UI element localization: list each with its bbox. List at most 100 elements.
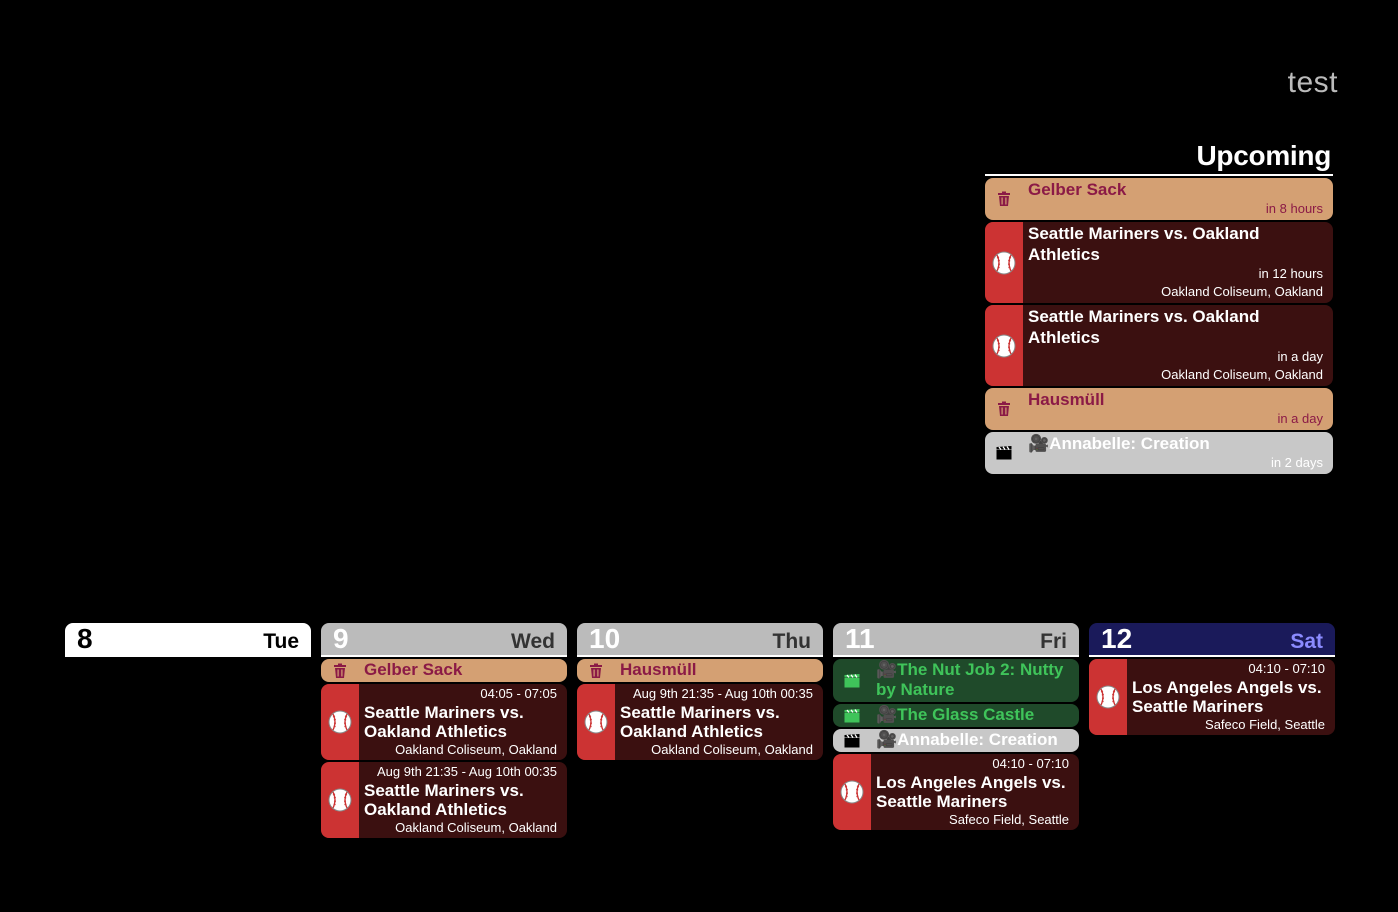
- event-title: Seattle Mariners vs. Oakland Athletics: [1028, 224, 1260, 264]
- event-relative-time: in 12 hours: [1258, 266, 1323, 281]
- event-icon-cell: [985, 222, 1023, 303]
- upcoming-event[interactable]: 🎥Annabelle: Creation in 2 days: [985, 432, 1333, 474]
- event-icon-cell: [985, 305, 1023, 386]
- page-title: test: [1287, 66, 1338, 99]
- upcoming-list: Gelber Sack in 8 hours Seattle Mariners vs…: [985, 178, 1333, 474]
- event-title: Seattle Mariners vs. Oakland Athletics: [364, 781, 524, 819]
- upcoming-event[interactable]: Seattle Mariners vs. Oakland Athletics in…: [985, 222, 1333, 303]
- event-title: Seattle Mariners vs. Oakland Athletics: [364, 703, 524, 741]
- upcoming-event[interactable]: Hausmüll in a day: [985, 388, 1333, 430]
- event-icon-cell: [577, 659, 615, 682]
- baseball-icon: [328, 710, 352, 734]
- trash-icon: [998, 191, 1010, 206]
- event-body: 04:05 - 07:05 Seattle Mariners vs. Oaklan…: [359, 684, 567, 760]
- day-number: 11: [845, 623, 875, 654]
- calendar-event[interactable]: 🎥Annabelle: Creation: [833, 729, 1079, 752]
- event-body: Gelber Sack in 8 hours: [1023, 178, 1333, 220]
- calendar-event[interactable]: Gelber Sack: [321, 659, 567, 682]
- event-title: Hausmüll: [620, 660, 697, 679]
- event-body: Hausmüll: [615, 659, 823, 682]
- calendar-event[interactable]: 🎥The Glass Castle: [833, 704, 1079, 727]
- trash-icon: [590, 663, 602, 678]
- event-body: Aug 9th 21:35 - Aug 10th 00:35 Seattle Ma…: [359, 762, 567, 838]
- event-body: 04:10 - 07:10 Los Angeles Angels vs. Seat…: [871, 754, 1079, 830]
- day-number: 10: [589, 623, 621, 654]
- event-body: 🎥Annabelle: Creation: [871, 729, 1079, 752]
- day-weekday: Fri: [1040, 629, 1067, 653]
- event-location: Oakland Coliseum, Oakland: [395, 820, 557, 835]
- event-relative-time: in 2 days: [1270, 455, 1323, 470]
- day-column: 8 Tue: [65, 623, 311, 838]
- event-icon-cell: [321, 659, 359, 682]
- upcoming-event[interactable]: Gelber Sack in 8 hours: [985, 178, 1333, 220]
- day-header: 12 Sat: [1089, 623, 1335, 657]
- event-body: 04:10 - 07:10 Los Angeles Angels vs. Seat…: [1127, 659, 1335, 735]
- event-body: Seattle Mariners vs. Oakland Athletics in…: [1023, 305, 1333, 386]
- event-icon-cell: [985, 432, 1023, 474]
- clapperboard-icon: [844, 708, 860, 722]
- event-relative-time: in a day: [1277, 411, 1323, 426]
- event-time: 04:10 - 07:10: [1248, 661, 1325, 676]
- day-weekday: Sat: [1290, 629, 1323, 653]
- event-icon-cell: [833, 659, 871, 702]
- event-title: 🎥Annabelle: Creation: [876, 730, 1058, 749]
- event-title: Gelber Sack: [1028, 180, 1127, 199]
- day-weekday: Thu: [772, 629, 811, 653]
- day-header: 8 Tue: [65, 623, 311, 657]
- day-column: 11 Fri 🎥The Nut Job 2: Nutty by Nature 🎥The…: [833, 623, 1079, 838]
- event-title: Los Angeles Angels vs. Seattle Mariners: [876, 773, 1066, 811]
- baseball-icon: [328, 788, 352, 812]
- event-icon-cell: [985, 388, 1023, 430]
- upcoming-title: Upcoming: [985, 140, 1333, 176]
- trash-icon: [334, 663, 346, 678]
- week-calendar: 8 Tue 9 Wed Gelber Sack 04:05 - 07:05 Seattle …: [65, 623, 1335, 838]
- event-body: Seattle Mariners vs. Oakland Athletics in…: [1023, 222, 1333, 303]
- event-title: 🎥Annabelle: Creation: [1028, 434, 1210, 453]
- event-time: Aug 9th 21:35 - Aug 10th 00:35: [633, 686, 813, 701]
- event-title: Gelber Sack: [364, 660, 463, 679]
- event-icon-cell: [321, 684, 359, 760]
- event-icon-cell: [833, 754, 871, 830]
- event-icon-cell: [985, 178, 1023, 220]
- event-title: Hausmüll: [1028, 390, 1105, 409]
- event-title: 🎥The Nut Job 2: Nutty by Nature: [876, 660, 1064, 699]
- event-location: Oakland Coliseum, Oakland: [1161, 367, 1323, 382]
- calendar-event[interactable]: 04:10 - 07:10 Los Angeles Angels vs. Seat…: [833, 754, 1079, 830]
- upcoming-event[interactable]: Seattle Mariners vs. Oakland Athletics in…: [985, 305, 1333, 386]
- day-column: 12 Sat 04:10 - 07:10 Los Angeles Angels vs.…: [1089, 623, 1335, 838]
- baseball-icon: [992, 251, 1016, 274]
- baseball-icon: [584, 710, 608, 734]
- event-relative-time: in 8 hours: [1265, 201, 1323, 216]
- day-weekday: Wed: [511, 629, 555, 653]
- event-location: Safeco Field, Seattle: [1205, 717, 1325, 732]
- calendar-event[interactable]: 04:05 - 07:05 Seattle Mariners vs. Oaklan…: [321, 684, 567, 760]
- event-icon-cell: [321, 762, 359, 838]
- event-icon-cell: [833, 704, 871, 727]
- clapperboard-icon: [844, 673, 860, 687]
- day-number: 12: [1101, 623, 1133, 654]
- event-title: Seattle Mariners vs. Oakland Athletics: [1028, 307, 1260, 347]
- day-header: 9 Wed: [321, 623, 567, 657]
- calendar-event[interactable]: Aug 9th 21:35 - Aug 10th 00:35 Seattle Ma…: [577, 684, 823, 760]
- baseball-icon: [992, 334, 1016, 357]
- event-body: 🎥The Glass Castle: [871, 704, 1079, 727]
- calendar-event[interactable]: 04:10 - 07:10 Los Angeles Angels vs. Seat…: [1089, 659, 1335, 735]
- event-location: Safeco Field, Seattle: [949, 812, 1069, 827]
- event-body: Gelber Sack: [359, 659, 567, 682]
- event-time: 04:10 - 07:10: [992, 756, 1069, 771]
- event-body: 🎥Annabelle: Creation in 2 days: [1023, 432, 1333, 474]
- event-title: Los Angeles Angels vs. Seattle Mariners: [1132, 678, 1322, 716]
- calendar-event[interactable]: Aug 9th 21:35 - Aug 10th 00:35 Seattle Ma…: [321, 762, 567, 838]
- event-relative-time: in a day: [1277, 349, 1323, 364]
- day-column: 10 Thu Hausmüll Aug 9th 21:35 - Aug 10th 00…: [577, 623, 823, 838]
- event-icon-cell: [833, 729, 871, 752]
- event-title: 🎥The Glass Castle: [876, 705, 1035, 724]
- calendar-event[interactable]: Hausmüll: [577, 659, 823, 682]
- upcoming-panel: Upcoming Gelber Sack in 8 hours Seattle Ma…: [985, 140, 1333, 474]
- event-body: Aug 9th 21:35 - Aug 10th 00:35 Seattle Ma…: [615, 684, 823, 760]
- calendar-event[interactable]: 🎥The Nut Job 2: Nutty by Nature: [833, 659, 1079, 702]
- day-weekday: Tue: [263, 629, 299, 653]
- day-column: 9 Wed Gelber Sack 04:05 - 07:05 Seattle Mari…: [321, 623, 567, 838]
- baseball-icon: [1096, 685, 1120, 709]
- event-time: 04:05 - 07:05: [480, 686, 557, 701]
